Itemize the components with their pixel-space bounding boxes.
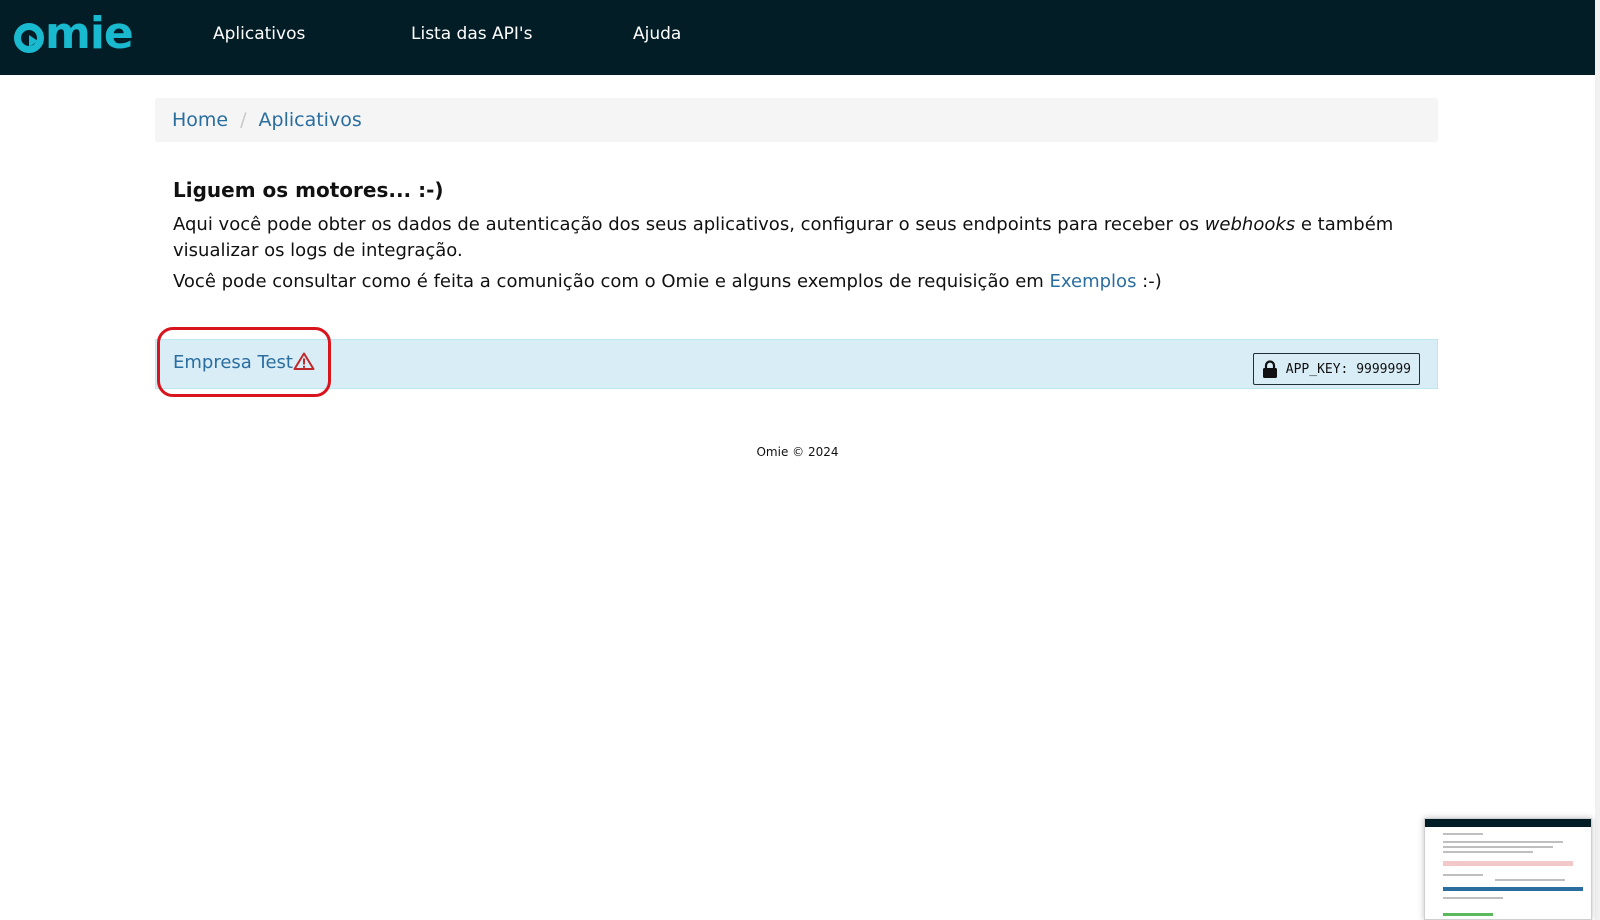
thumbnail-alert bbox=[1443, 861, 1573, 866]
thumbnail-line bbox=[1495, 879, 1565, 881]
page-heading: Liguem os motores... :-) bbox=[173, 178, 444, 202]
top-navbar: mie Aplicativos Lista das API's Ajuda bbox=[0, 0, 1595, 75]
breadcrumb: Home / Aplicativos bbox=[155, 98, 1438, 142]
intro-section: Liguem os motores... :-) Aqui você pode … bbox=[173, 178, 1423, 295]
thumbnail-line bbox=[1443, 897, 1503, 899]
breadcrumb-aplicativos[interactable]: Aplicativos bbox=[259, 109, 362, 131]
thumbnail-line bbox=[1443, 846, 1553, 848]
thumbnail-bar bbox=[1443, 887, 1583, 891]
thumbnail-line bbox=[1443, 851, 1533, 853]
footer-copyright: Omie © 2024 bbox=[756, 445, 839, 459]
highlight-annotation bbox=[157, 327, 331, 397]
breadcrumb-separator: / bbox=[240, 109, 247, 131]
thumbnail-line bbox=[1443, 833, 1483, 835]
thumbnail-line bbox=[1443, 874, 1483, 876]
app-key-badge[interactable]: APP_KEY: 9999999 bbox=[1252, 353, 1420, 385]
examples-text-1: Você pode consultar como é feita a comun… bbox=[173, 271, 1050, 292]
app-key-label: APP_KEY: 9999999 bbox=[1285, 361, 1411, 377]
scrollbar-track[interactable] bbox=[1595, 0, 1600, 920]
webhooks-emphasis: webhooks bbox=[1204, 214, 1296, 235]
lock-icon bbox=[1262, 360, 1278, 378]
intro-text-1: Aqui você pode obter os dados de autenti… bbox=[173, 214, 1205, 235]
nav-link-ajuda[interactable]: Ajuda bbox=[633, 24, 681, 44]
intro-paragraph: Aqui você pode obter os dados de autenti… bbox=[173, 212, 1423, 264]
thumbnail-progress bbox=[1443, 913, 1493, 916]
examples-link[interactable]: Exemplos bbox=[1050, 271, 1137, 292]
examples-text-2: :-) bbox=[1136, 271, 1162, 292]
logo-text: mie bbox=[45, 8, 134, 59]
app-panel: Empresa Test APP_KEY: 9999999 bbox=[155, 339, 1438, 389]
screenshot-thumbnail[interactable] bbox=[1424, 818, 1592, 920]
nav-link-lista-apis[interactable]: Lista das API's bbox=[411, 24, 532, 44]
thumbnail-line bbox=[1443, 841, 1563, 843]
nav-link-aplicativos[interactable]: Aplicativos bbox=[213, 24, 305, 44]
thumbnail-navbar bbox=[1425, 819, 1591, 827]
logo-play-icon bbox=[14, 23, 44, 53]
omie-logo[interactable]: mie bbox=[14, 8, 134, 59]
examples-paragraph: Você pode consultar como é feita a comun… bbox=[173, 269, 1423, 295]
breadcrumb-home[interactable]: Home bbox=[172, 109, 228, 131]
